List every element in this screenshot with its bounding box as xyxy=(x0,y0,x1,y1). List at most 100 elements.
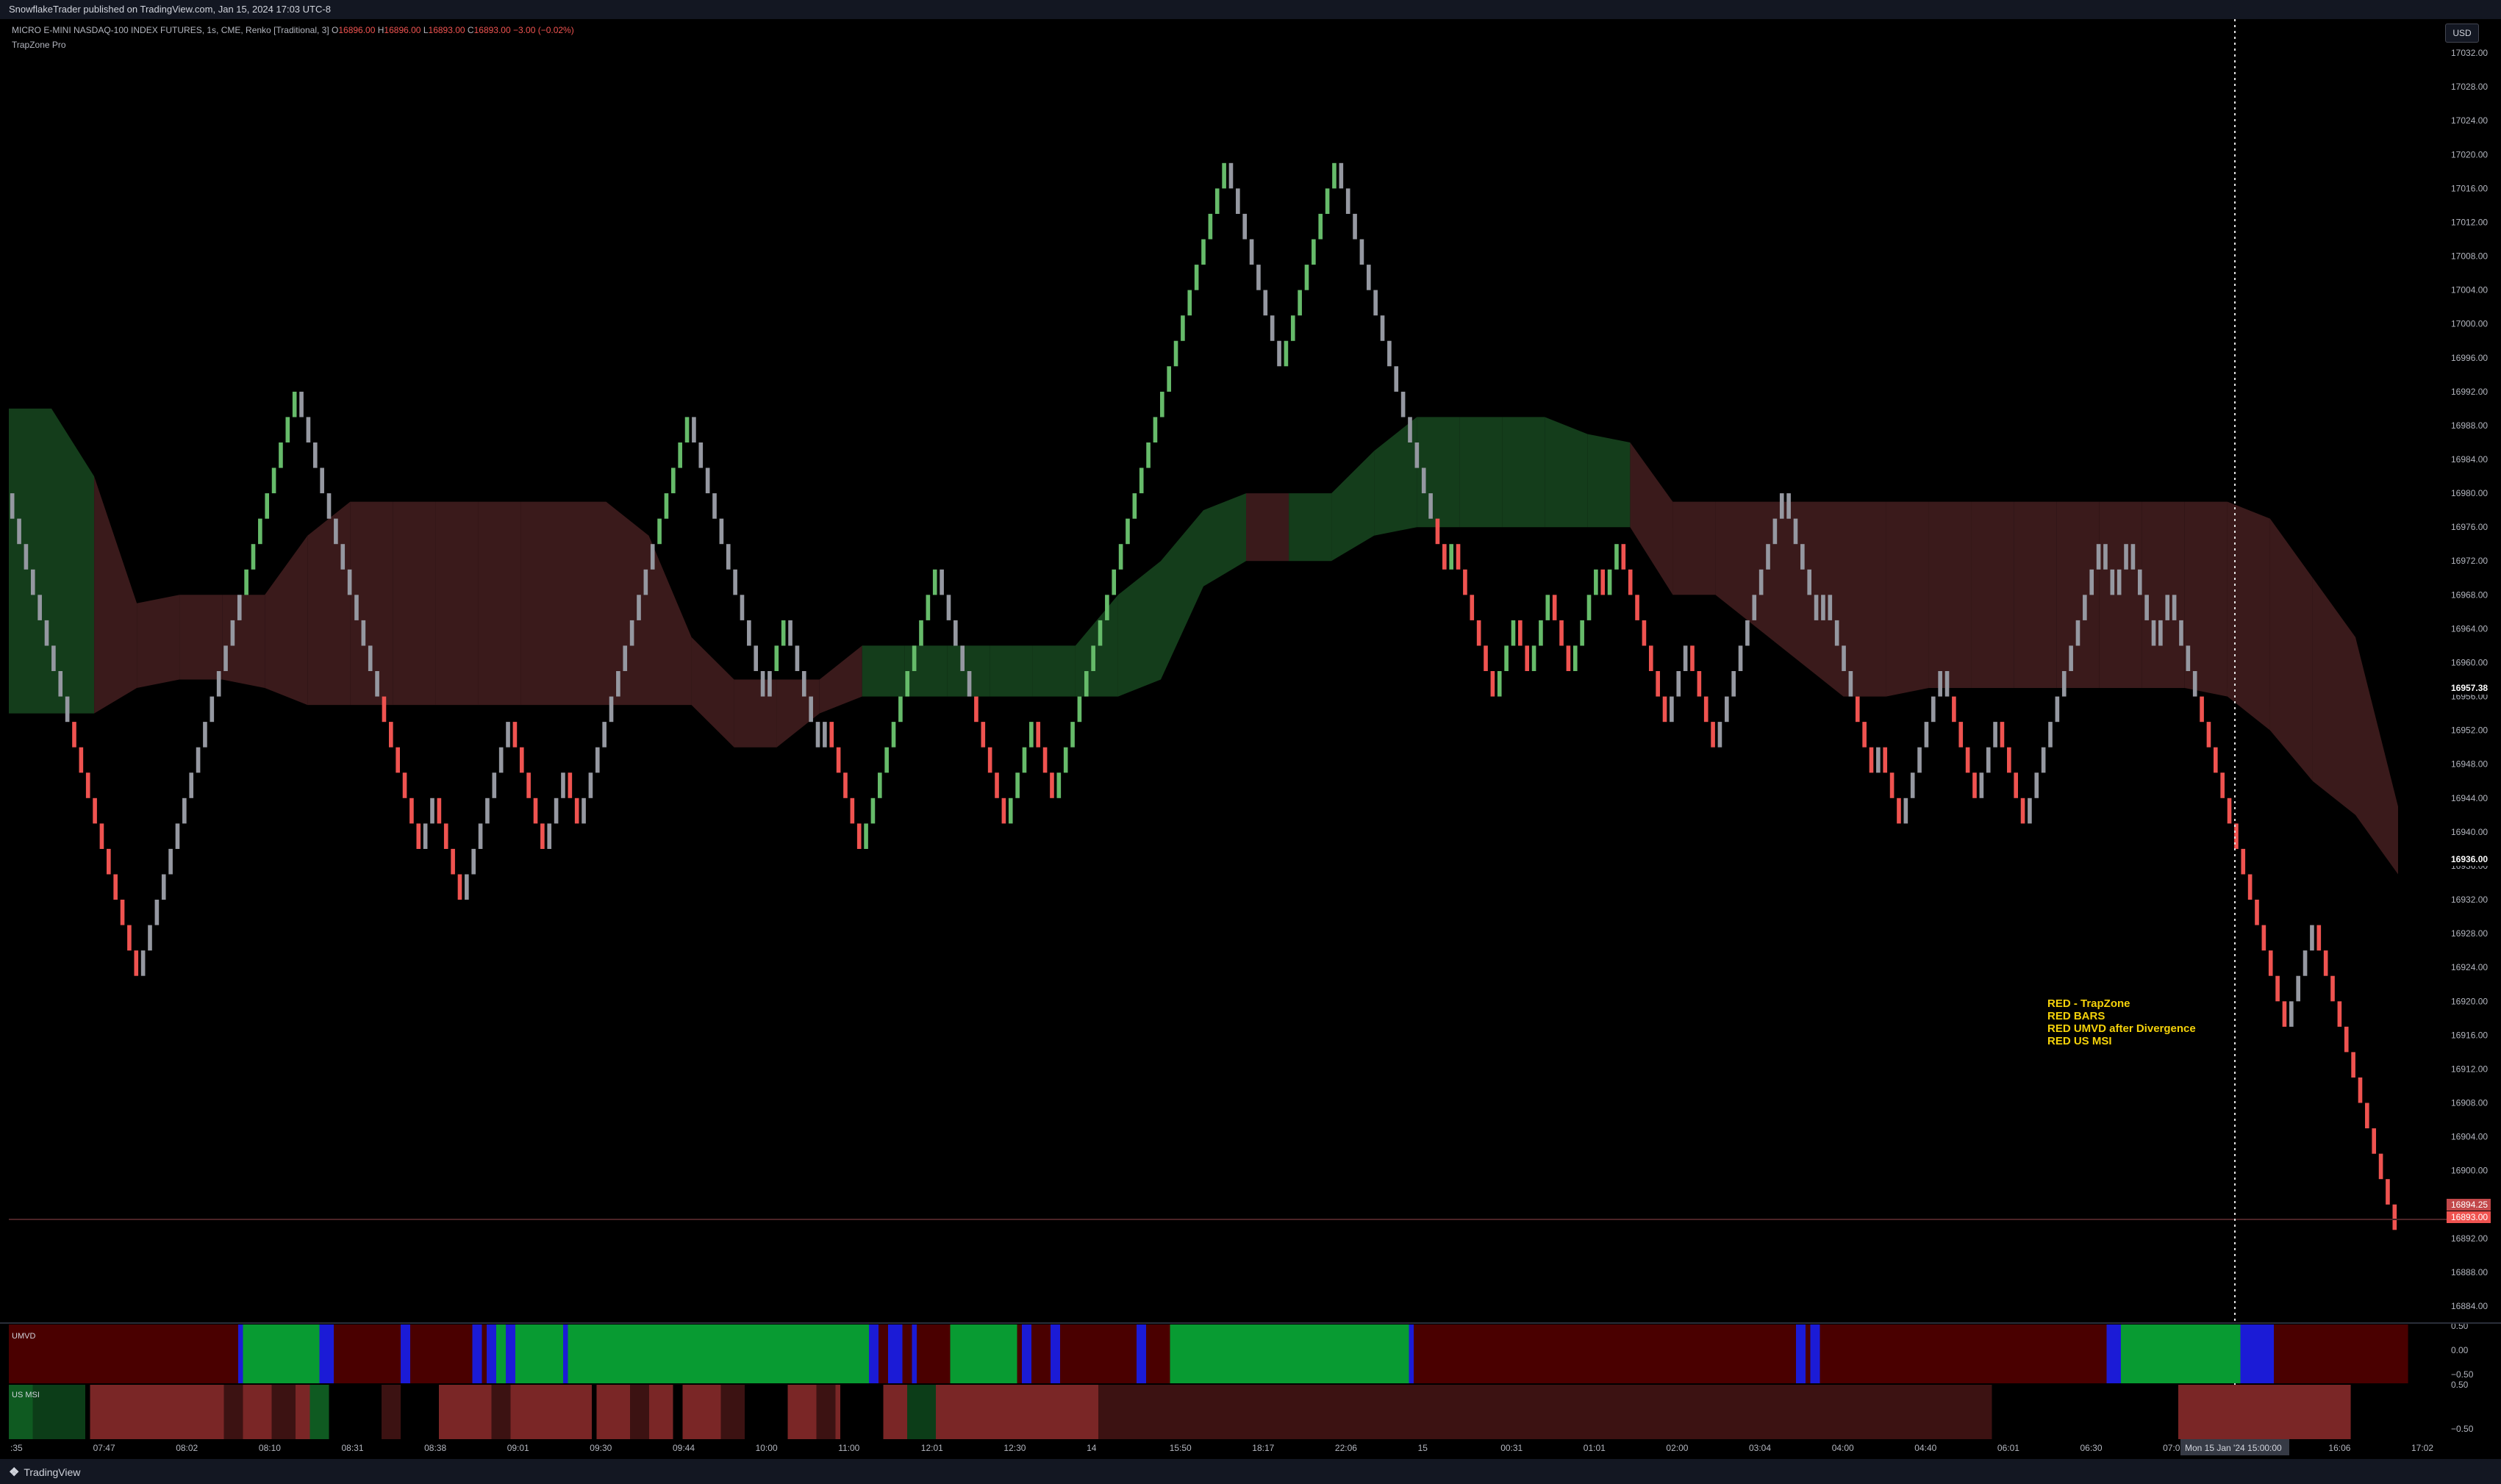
renko-brick xyxy=(1222,162,1226,189)
umvd-bar xyxy=(487,1325,497,1383)
umvd-bar xyxy=(334,1325,401,1383)
renko-brick xyxy=(1972,773,1977,798)
ohlc-h-value: 16896.00 xyxy=(384,25,421,35)
umvd-bar xyxy=(243,1325,321,1383)
time-axis-label: 09:01 xyxy=(507,1443,529,1453)
renko-brick xyxy=(354,595,359,620)
renko-brick xyxy=(2289,1001,2294,1027)
renko-brick xyxy=(1889,773,1894,798)
umvd-bar xyxy=(482,1325,487,1383)
renko-brick xyxy=(650,544,655,570)
ohlc-group: O16896.00 H16896.00 L16893.00 C16893.00 … xyxy=(332,25,574,35)
umvd-pane-label[interactable]: UMVD xyxy=(12,1332,35,1341)
renko-brick xyxy=(1600,569,1606,595)
renko-brick xyxy=(1084,671,1089,697)
renko-brick xyxy=(2365,1103,2369,1129)
us-msi-bar xyxy=(491,1385,512,1439)
renko-chart[interactable]: 17032.00 17028.00 17024.00 17020.00 17016.00… xyxy=(0,19,2501,1459)
renko-brick xyxy=(2020,797,2025,824)
renko-brick xyxy=(334,518,338,545)
tradingview-logo[interactable]: ❖ TradingView xyxy=(9,1465,80,1480)
renko-brick xyxy=(1676,671,1681,697)
renko-brick xyxy=(1091,645,1095,671)
renko-brick xyxy=(1187,290,1192,316)
us-msi-pane[interactable] xyxy=(9,1385,2351,1439)
renko-brick xyxy=(1779,493,1784,519)
umvd-bar xyxy=(1820,1325,2108,1383)
renko-brick xyxy=(2130,544,2136,570)
renko-brick xyxy=(1022,747,1027,773)
umvd-bar xyxy=(506,1325,516,1383)
renko-brick xyxy=(402,773,407,798)
trapzone-segment xyxy=(1289,493,1332,562)
price-axis-label: 17024.00 xyxy=(2451,115,2488,126)
renko-brick xyxy=(823,722,827,748)
renko-brick xyxy=(244,569,248,595)
tradingview-brand: TradingView xyxy=(24,1466,81,1478)
renko-brick xyxy=(437,797,442,824)
umvd-bar xyxy=(1060,1325,1137,1383)
price-axis-label: 16980.00 xyxy=(2451,488,2488,498)
trapzone-segment xyxy=(1246,493,1289,562)
trapzone-segment xyxy=(520,501,564,706)
renko-brick xyxy=(2213,747,2218,773)
umvd-bar xyxy=(472,1325,483,1383)
umvd-bar xyxy=(1796,1325,1806,1383)
currency-button[interactable]: USD xyxy=(2445,24,2479,43)
renko-brick xyxy=(1511,620,1516,646)
trapzone-segment xyxy=(1886,501,1929,697)
renko-brick xyxy=(1938,671,1942,697)
renko-brick xyxy=(1036,722,1041,748)
renko-brick xyxy=(1986,747,1991,773)
trapzone-segment xyxy=(393,501,436,706)
renko-brick xyxy=(10,493,15,519)
renko-brick xyxy=(203,722,207,748)
us-msi-pane-label[interactable]: US MSI xyxy=(12,1391,40,1399)
trapzone-segment xyxy=(563,501,607,706)
renko-brick xyxy=(987,747,992,773)
renko-brick xyxy=(451,848,455,875)
renko-brick xyxy=(692,417,696,442)
renko-brick xyxy=(940,569,944,595)
renko-brick xyxy=(430,797,434,824)
renko-brick xyxy=(1525,645,1530,671)
umvd-bar xyxy=(2240,1325,2275,1383)
renko-brick xyxy=(967,671,972,697)
umvd-bar xyxy=(496,1325,507,1383)
renko-brick xyxy=(1312,239,1316,265)
pane-axis-label: −0.50 xyxy=(2451,1369,2474,1380)
renko-brick xyxy=(1484,645,1488,671)
ohlc-c-value: 16893.00 xyxy=(473,25,511,35)
time-axis-label: 02:00 xyxy=(1666,1443,1688,1453)
time-axis-label: 15 xyxy=(1418,1443,1428,1453)
renko-brick xyxy=(547,823,552,849)
us-msi-bar xyxy=(90,1385,225,1439)
renko-brick xyxy=(409,797,414,824)
chart-background xyxy=(0,19,2501,1459)
renko-brick xyxy=(1572,645,1578,671)
renko-brick xyxy=(140,950,146,976)
renko-brick xyxy=(1167,366,1171,392)
renko-brick xyxy=(1339,162,1344,189)
us-msi-bar xyxy=(682,1385,722,1439)
umvd-pane[interactable] xyxy=(9,1325,2408,1383)
time-axis-label: 18:17 xyxy=(1252,1443,1274,1453)
renko-brick xyxy=(1359,239,1364,265)
us-msi-bar xyxy=(32,1385,86,1439)
renko-brick xyxy=(168,848,173,875)
renko-brick xyxy=(44,620,49,646)
renko-brick xyxy=(1594,569,1598,595)
trapzone-segment xyxy=(862,645,905,697)
renko-brick xyxy=(1153,417,1158,442)
renko-brick xyxy=(1194,265,1199,290)
renko-brick xyxy=(1214,188,1220,214)
renko-brick xyxy=(2351,1052,2355,1078)
us-msi-bar xyxy=(2178,1385,2351,1439)
renko-brick xyxy=(1463,569,1467,595)
time-axis-label: 08:02 xyxy=(176,1443,198,1453)
chart-legend[interactable]: MICRO E-MINI NASDAQ-100 INDEX FUTURES, 1… xyxy=(12,25,574,50)
renko-brick xyxy=(210,696,215,723)
renko-brick xyxy=(932,569,937,595)
indicator-name[interactable]: TrapZone Pro xyxy=(12,40,574,50)
highlight-price-1: 16957.38 xyxy=(2451,683,2488,693)
